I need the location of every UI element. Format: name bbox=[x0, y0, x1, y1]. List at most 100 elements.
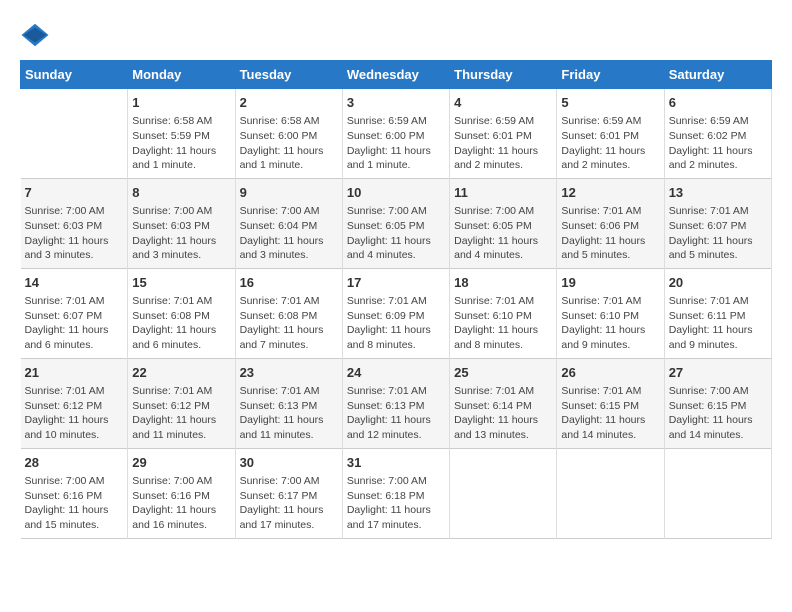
day-info: Sunrise: 6:59 AMSunset: 6:02 PMDaylight:… bbox=[669, 114, 767, 173]
header-row: SundayMondayTuesdayWednesdayThursdayFrid… bbox=[21, 61, 772, 89]
calendar-cell: 9Sunrise: 7:00 AMSunset: 6:04 PMDaylight… bbox=[235, 178, 342, 268]
day-info: Sunrise: 7:01 AMSunset: 6:13 PMDaylight:… bbox=[347, 384, 445, 443]
day-number: 27 bbox=[669, 364, 767, 382]
day-number: 26 bbox=[561, 364, 659, 382]
day-info: Sunrise: 6:59 AMSunset: 6:00 PMDaylight:… bbox=[347, 114, 445, 173]
calendar-cell bbox=[21, 89, 128, 179]
day-info: Sunrise: 7:01 AMSunset: 6:10 PMDaylight:… bbox=[454, 294, 552, 353]
day-number: 2 bbox=[240, 94, 338, 112]
day-info: Sunrise: 7:00 AMSunset: 6:15 PMDaylight:… bbox=[669, 384, 767, 443]
column-header-tuesday: Tuesday bbox=[235, 61, 342, 89]
calendar-cell: 19 Sunrise: 7:01 AMSunset: 6:10 PMDayligh… bbox=[557, 268, 664, 358]
day-number: 16 bbox=[240, 274, 338, 292]
calendar-cell bbox=[557, 448, 664, 538]
day-info: Sunrise: 7:01 AMSunset: 6:11 PMDaylight:… bbox=[669, 294, 767, 353]
calendar-cell: 30 Sunrise: 7:00 AMSunset: 6:17 PMDayligh… bbox=[235, 448, 342, 538]
column-header-wednesday: Wednesday bbox=[342, 61, 449, 89]
day-number: 11 bbox=[454, 184, 552, 202]
day-info: Sunrise: 7:00 AMSunset: 6:03 PMDaylight:… bbox=[25, 204, 124, 263]
day-info: Sunrise: 7:00 AMSunset: 6:18 PMDaylight:… bbox=[347, 474, 445, 533]
calendar-cell: 12Sunrise: 7:01 AMSunset: 6:06 PMDayligh… bbox=[557, 178, 664, 268]
calendar-cell: 1 Sunrise: 6:58 AMSunset: 5:59 PMDaylight… bbox=[128, 89, 235, 179]
calendar-cell: 10 Sunrise: 7:00 AMSunset: 6:05 PMDayligh… bbox=[342, 178, 449, 268]
day-number: 29 bbox=[132, 454, 230, 472]
column-header-sunday: Sunday bbox=[21, 61, 128, 89]
calendar-cell: 17 Sunrise: 7:01 AMSunset: 6:09 PMDayligh… bbox=[342, 268, 449, 358]
calendar-cell: 4Sunrise: 6:59 AMSunset: 6:01 PMDaylight… bbox=[450, 89, 557, 179]
calendar-cell: 27 Sunrise: 7:00 AMSunset: 6:15 PMDayligh… bbox=[664, 358, 771, 448]
calendar-cell: 20 Sunrise: 7:01 AMSunset: 6:11 PMDayligh… bbox=[664, 268, 771, 358]
day-number: 30 bbox=[240, 454, 338, 472]
day-number: 8 bbox=[132, 184, 230, 202]
day-info: Sunrise: 7:01 AMSunset: 6:07 PMDaylight:… bbox=[25, 294, 124, 353]
day-number: 6 bbox=[669, 94, 767, 112]
calendar-cell bbox=[664, 448, 771, 538]
day-info: Sunrise: 7:01 AMSunset: 6:13 PMDaylight:… bbox=[240, 384, 338, 443]
logo bbox=[20, 20, 54, 50]
calendar-cell: 8 Sunrise: 7:00 AMSunset: 6:03 PMDaylight… bbox=[128, 178, 235, 268]
day-number: 1 bbox=[132, 94, 230, 112]
day-info: Sunrise: 7:01 AMSunset: 6:15 PMDaylight:… bbox=[561, 384, 659, 443]
day-number: 28 bbox=[25, 454, 124, 472]
week-row-4: 21 Sunrise: 7:01 AMSunset: 6:12 PMDayligh… bbox=[21, 358, 772, 448]
day-info: Sunrise: 7:00 AMSunset: 6:05 PMDaylight:… bbox=[347, 204, 445, 263]
week-row-2: 7 Sunrise: 7:00 AMSunset: 6:03 PMDaylight… bbox=[21, 178, 772, 268]
day-info: Sunrise: 6:58 AMSunset: 5:59 PMDaylight:… bbox=[132, 114, 230, 173]
column-header-friday: Friday bbox=[557, 61, 664, 89]
calendar-cell: 15 Sunrise: 7:01 AMSunset: 6:08 PMDayligh… bbox=[128, 268, 235, 358]
day-number: 23 bbox=[240, 364, 338, 382]
calendar-cell bbox=[450, 448, 557, 538]
calendar-cell: 23 Sunrise: 7:01 AMSunset: 6:13 PMDayligh… bbox=[235, 358, 342, 448]
calendar-cell: 21 Sunrise: 7:01 AMSunset: 6:12 PMDayligh… bbox=[21, 358, 128, 448]
column-header-monday: Monday bbox=[128, 61, 235, 89]
week-row-1: 1 Sunrise: 6:58 AMSunset: 5:59 PMDaylight… bbox=[21, 89, 772, 179]
day-number: 18 bbox=[454, 274, 552, 292]
calendar-cell: 29 Sunrise: 7:00 AMSunset: 6:16 PMDayligh… bbox=[128, 448, 235, 538]
day-info: Sunrise: 7:00 AMSunset: 6:05 PMDaylight:… bbox=[454, 204, 552, 263]
day-info: Sunrise: 7:00 AMSunset: 6:16 PMDaylight:… bbox=[132, 474, 230, 533]
day-number: 3 bbox=[347, 94, 445, 112]
calendar-cell: 18 Sunrise: 7:01 AMSunset: 6:10 PMDayligh… bbox=[450, 268, 557, 358]
day-number: 21 bbox=[25, 364, 124, 382]
calendar-table: SundayMondayTuesdayWednesdayThursdayFrid… bbox=[20, 60, 772, 539]
day-info: Sunrise: 7:01 AMSunset: 6:08 PMDaylight:… bbox=[240, 294, 338, 353]
day-number: 17 bbox=[347, 274, 445, 292]
day-number: 13 bbox=[669, 184, 767, 202]
column-header-thursday: Thursday bbox=[450, 61, 557, 89]
day-info: Sunrise: 7:01 AMSunset: 6:10 PMDaylight:… bbox=[561, 294, 659, 353]
calendar-cell: 7 Sunrise: 7:00 AMSunset: 6:03 PMDaylight… bbox=[21, 178, 128, 268]
day-info: Sunrise: 6:58 AMSunset: 6:00 PMDaylight:… bbox=[240, 114, 338, 173]
day-info: Sunrise: 7:01 AMSunset: 6:06 PMDaylight:… bbox=[561, 204, 659, 263]
day-number: 5 bbox=[561, 94, 659, 112]
day-number: 19 bbox=[561, 274, 659, 292]
day-info: Sunrise: 7:01 AMSunset: 6:14 PMDaylight:… bbox=[454, 384, 552, 443]
calendar-cell: 31 Sunrise: 7:00 AMSunset: 6:18 PMDayligh… bbox=[342, 448, 449, 538]
day-info: Sunrise: 7:01 AMSunset: 6:07 PMDaylight:… bbox=[669, 204, 767, 263]
day-number: 4 bbox=[454, 94, 552, 112]
week-row-3: 14Sunrise: 7:01 AMSunset: 6:07 PMDayligh… bbox=[21, 268, 772, 358]
day-info: Sunrise: 7:01 AMSunset: 6:08 PMDaylight:… bbox=[132, 294, 230, 353]
calendar-cell: 24Sunrise: 7:01 AMSunset: 6:13 PMDayligh… bbox=[342, 358, 449, 448]
calendar-cell: 5Sunrise: 6:59 AMSunset: 6:01 PMDaylight… bbox=[557, 89, 664, 179]
day-number: 20 bbox=[669, 274, 767, 292]
day-number: 10 bbox=[347, 184, 445, 202]
logo-icon bbox=[20, 20, 50, 50]
day-info: Sunrise: 7:00 AMSunset: 6:17 PMDaylight:… bbox=[240, 474, 338, 533]
day-number: 31 bbox=[347, 454, 445, 472]
day-info: Sunrise: 7:01 AMSunset: 6:12 PMDaylight:… bbox=[25, 384, 124, 443]
day-number: 25 bbox=[454, 364, 552, 382]
page-header bbox=[20, 20, 772, 50]
week-row-5: 28 Sunrise: 7:00 AMSunset: 6:16 PMDayligh… bbox=[21, 448, 772, 538]
calendar-cell: 11 Sunrise: 7:00 AMSunset: 6:05 PMDayligh… bbox=[450, 178, 557, 268]
day-info: Sunrise: 7:01 AMSunset: 6:09 PMDaylight:… bbox=[347, 294, 445, 353]
calendar-cell: 14Sunrise: 7:01 AMSunset: 6:07 PMDayligh… bbox=[21, 268, 128, 358]
column-header-saturday: Saturday bbox=[664, 61, 771, 89]
day-number: 7 bbox=[25, 184, 124, 202]
calendar-cell: 22Sunrise: 7:01 AMSunset: 6:12 PMDayligh… bbox=[128, 358, 235, 448]
calendar-cell: 28Sunrise: 7:00 AMSunset: 6:16 PMDayligh… bbox=[21, 448, 128, 538]
day-info: Sunrise: 7:00 AMSunset: 6:04 PMDaylight:… bbox=[240, 204, 338, 263]
calendar-cell: 25 Sunrise: 7:01 AMSunset: 6:14 PMDayligh… bbox=[450, 358, 557, 448]
day-info: Sunrise: 7:00 AMSunset: 6:03 PMDaylight:… bbox=[132, 204, 230, 263]
day-number: 15 bbox=[132, 274, 230, 292]
day-info: Sunrise: 7:01 AMSunset: 6:12 PMDaylight:… bbox=[132, 384, 230, 443]
